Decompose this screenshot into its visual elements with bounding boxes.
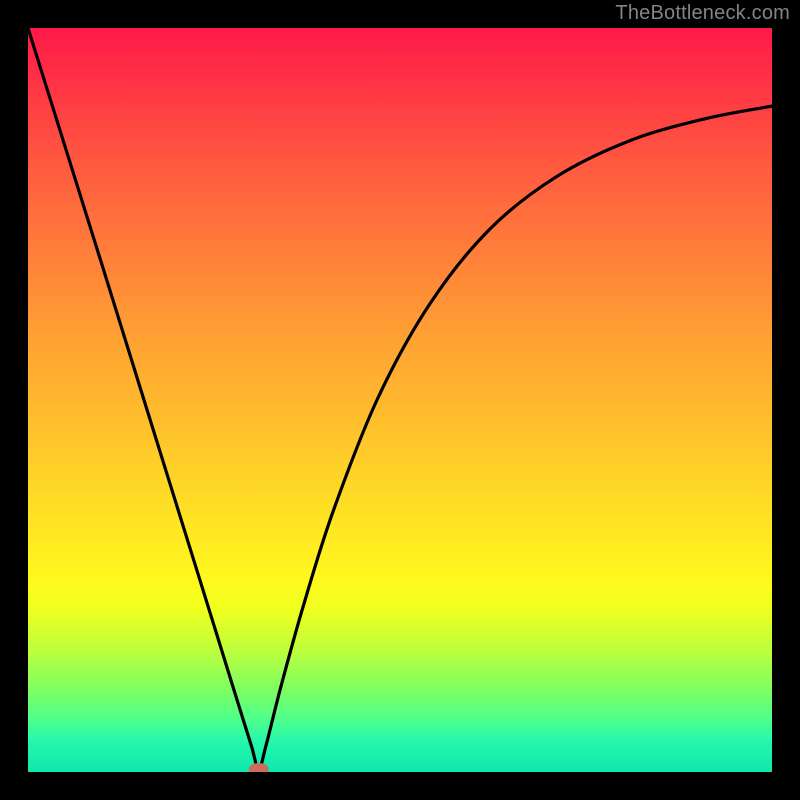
chart-plot-area bbox=[28, 28, 772, 772]
chart-frame: TheBottleneck.com bbox=[0, 0, 800, 800]
watermark-text: TheBottleneck.com bbox=[615, 2, 790, 25]
minimum-marker bbox=[249, 763, 269, 772]
bottleneck-curve bbox=[28, 28, 772, 769]
chart-svg bbox=[28, 28, 772, 772]
